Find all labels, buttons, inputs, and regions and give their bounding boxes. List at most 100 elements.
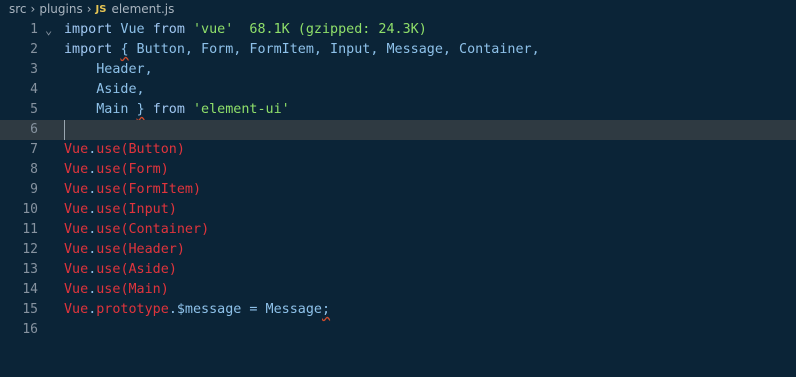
code-token: ( xyxy=(120,162,129,177)
code-token: Vue xyxy=(64,262,89,277)
code-line[interactable]: 9 Vue.use(FormItem) xyxy=(0,180,796,200)
line-number: 9 xyxy=(30,182,38,197)
code-token: ( xyxy=(120,202,129,217)
code-token: } xyxy=(136,102,145,117)
code-text: import { Button, Form, FormItem, Input, … xyxy=(64,40,540,60)
code-token: FormItem xyxy=(128,182,194,197)
code-token: ) xyxy=(160,282,169,297)
chevron-right-icon: › xyxy=(30,2,36,16)
code-line[interactable]: 13 Vue.use(Aside) xyxy=(0,260,796,280)
code-token: use xyxy=(96,182,121,197)
code-token: use xyxy=(96,202,121,217)
code-text: import Vue from 'vue' 68.1K (gzipped: 24… xyxy=(64,20,427,40)
line-number: 1 xyxy=(30,22,38,37)
code-token: Form xyxy=(128,162,161,177)
code-token: from xyxy=(152,22,185,37)
code-line[interactable]: 2 import { Button, Form, FormItem, Input,… xyxy=(0,40,796,60)
code-line[interactable]: 11 Vue.use(Container) xyxy=(0,220,796,240)
code-token: Vue xyxy=(64,142,89,157)
code-token: Main xyxy=(64,102,137,117)
code-token: Aside, xyxy=(64,82,145,97)
code-line[interactable]: 7 Vue.use(Button) xyxy=(0,140,796,160)
code-text: Vue.use(Button) xyxy=(64,140,185,160)
code-text: Header, xyxy=(64,60,152,80)
code-token: Vue xyxy=(64,202,89,217)
code-line[interactable]: 5 Main } from 'element-ui' xyxy=(0,100,796,120)
breadcrumb-file[interactable]: element.js xyxy=(111,2,174,16)
code-token: Input xyxy=(128,202,169,217)
chevron-right-icon: › xyxy=(86,2,92,16)
line-number: 6 xyxy=(30,122,38,137)
code-token: ( xyxy=(120,222,129,237)
code-token: $message = Message xyxy=(176,302,322,317)
code-token: Container xyxy=(128,222,202,237)
line-number: 11 xyxy=(22,222,38,237)
code-token: Vue xyxy=(112,22,153,37)
code-line[interactable]: 16 xyxy=(0,320,796,340)
code-line[interactable]: 6 xyxy=(0,120,796,140)
line-number: 10 xyxy=(22,202,38,217)
code-line[interactable]: 14 Vue.use(Main) xyxy=(0,280,796,300)
fold-chevron-icon[interactable]: ⌄ xyxy=(45,20,52,40)
code-token: { xyxy=(120,42,129,57)
line-number: 12 xyxy=(22,242,38,257)
code-token: ( xyxy=(120,182,129,197)
code-token: Vue xyxy=(64,162,89,177)
code-token: . xyxy=(168,302,177,317)
code-token: prototype xyxy=(96,302,169,317)
code-text: Vue.use(Container) xyxy=(64,220,209,240)
code-line[interactable]: 4 Aside, xyxy=(0,80,796,100)
code-token: ( xyxy=(120,242,129,257)
code-text: Vue.use(Main) xyxy=(64,280,169,300)
code-text: Vue.use(Aside) xyxy=(64,260,177,280)
code-line[interactable]: 1 ⌄ import Vue from 'vue' 68.1K (gzipped: … xyxy=(0,20,796,40)
code-token: ) xyxy=(193,182,202,197)
code-line[interactable]: 3 Header, xyxy=(0,60,796,80)
code-token: ) xyxy=(168,262,177,277)
code-token: ) xyxy=(176,142,185,157)
code-token: use xyxy=(96,242,121,257)
code-token: ) xyxy=(176,242,185,257)
line-number: 5 xyxy=(30,102,38,117)
code-token: Button xyxy=(128,142,177,157)
code-token: ) xyxy=(168,202,177,217)
line-number: 15 xyxy=(22,302,38,317)
code-text: Main } from 'element-ui' xyxy=(64,100,290,120)
line-number: 14 xyxy=(22,282,38,297)
code-token: Main xyxy=(128,282,161,297)
code-line[interactable]: 10 Vue.use(Input) xyxy=(0,200,796,220)
breadcrumb-src[interactable]: src xyxy=(9,2,27,16)
code-token: Vue xyxy=(64,222,89,237)
line-number: 2 xyxy=(30,42,38,57)
code-token: 68.1K (gzipped: 24.3K) xyxy=(233,22,427,37)
code-token: ; xyxy=(322,302,331,317)
code-token: ) xyxy=(160,162,169,177)
code-line[interactable]: 12 Vue.use(Header) xyxy=(0,240,796,260)
breadcrumb: src › plugins › JS element.js xyxy=(0,0,796,18)
code-token: use xyxy=(96,282,121,297)
code-token: use xyxy=(96,162,121,177)
code-token: ( xyxy=(120,282,129,297)
line-number: 4 xyxy=(30,82,38,97)
code-token: Button, Form, FormItem, Input, Message, … xyxy=(128,42,540,57)
code-line[interactable]: 8 Vue.use(Form) xyxy=(0,160,796,180)
code-token: import xyxy=(64,42,113,57)
line-number: 3 xyxy=(30,62,38,77)
code-token: Header xyxy=(128,242,177,257)
code-text: Vue.use(FormItem) xyxy=(64,180,201,200)
code-token: 'element-ui' xyxy=(193,102,290,117)
code-token: Vue xyxy=(64,282,89,297)
code-text: Vue.prototype.$message = Message; xyxy=(64,300,330,320)
code-text: Vue.use(Form) xyxy=(64,160,169,180)
code-token: Aside xyxy=(128,262,169,277)
text-cursor xyxy=(64,120,796,140)
js-file-icon: JS xyxy=(95,3,107,15)
code-editor[interactable]: 1 ⌄ import Vue from 'vue' 68.1K (gzipped: … xyxy=(0,20,796,340)
code-text: Aside, xyxy=(64,80,145,100)
code-text: Vue.use(Input) xyxy=(64,200,177,220)
breadcrumb-plugins[interactable]: plugins xyxy=(39,2,82,16)
code-line[interactable]: 15 Vue.prototype.$message = Message; xyxy=(0,300,796,320)
code-token: use xyxy=(96,222,121,237)
